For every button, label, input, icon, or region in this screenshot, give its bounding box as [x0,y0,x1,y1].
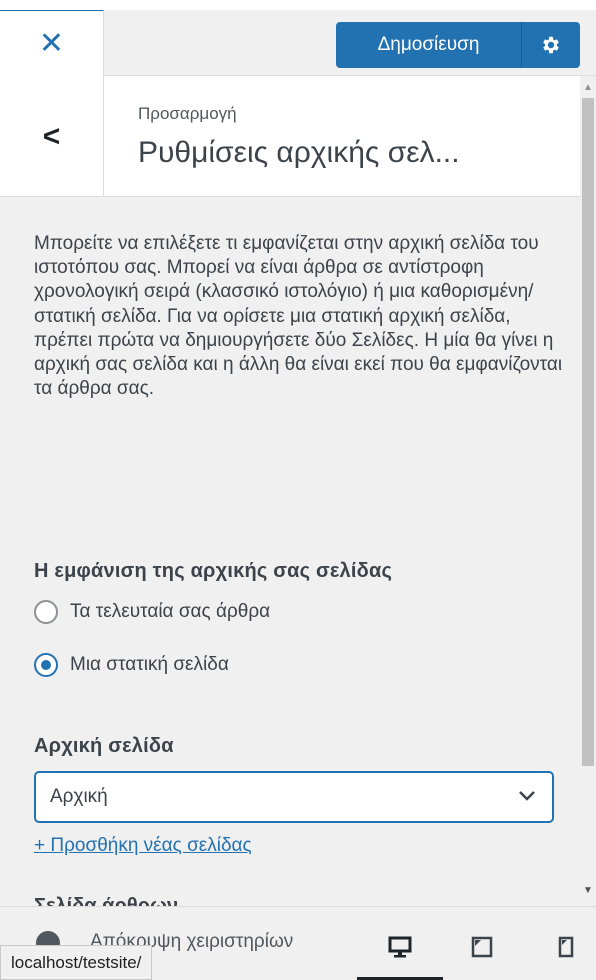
mobile-icon [558,936,574,958]
desktop-icon [388,936,412,958]
add-new-page-link[interactable]: + Προσθήκη νέας σελίδας [34,835,252,857]
header-top-strip [0,0,596,10]
display-heading: Η εμφάνιση της αρχικής σας σελίδας [34,560,393,582]
section-header: < Προσαρμογή Ρυθμίσεις αρχικής σελ... [0,76,580,197]
radio-static-page[interactable] [34,653,58,677]
scroll-up-arrow-icon[interactable]: ▲ [583,82,593,93]
radio-label-static-page: Μια στατική σελίδα [70,654,229,675]
desktop-preview-button[interactable] [380,927,420,967]
radio-option-latest-posts[interactable]: Τα τελευταία σας άρθρα [34,600,270,624]
publish-settings-button[interactable] [522,22,580,68]
browser-status-url: localhost/testsite/ [0,945,153,980]
section-title: Ρυθμίσεις αρχικής σελ... [138,136,460,169]
publish-button[interactable]: Δημοσίευση [336,22,522,68]
radio-latest-posts[interactable] [34,600,58,624]
tablet-icon [471,936,493,958]
tablet-preview-button[interactable] [462,927,502,967]
homepage-select-value: Αρχική [50,786,108,807]
section-description: Μπορείτε να επιλέξετε τι εμφανίζεται στη… [34,233,563,400]
back-button[interactable]: < [0,76,104,197]
close-icon: ✕ [38,26,65,60]
customizer-header: ✕ Δημοσίευση [0,0,596,76]
mobile-preview-button[interactable] [546,927,586,967]
breadcrumb: Προσαρμογή [138,104,237,123]
gear-icon [543,36,559,54]
homepage-select[interactable]: Αρχική [34,771,554,823]
radio-option-static-page[interactable]: Μια στατική σελίδα [34,653,229,677]
chevron-left-icon: < [42,119,61,153]
publish-group: Δημοσίευση [336,22,580,68]
radio-label-latest-posts: Τα τελευταία σας άρθρα [70,601,271,622]
scrollbar-thumb[interactable] [582,98,594,766]
chevron-down-icon [519,791,535,801]
close-button[interactable]: ✕ [0,10,104,76]
scroll-down-arrow-icon[interactable]: ▼ [583,885,593,896]
homepage-heading: Αρχική σελίδα [34,735,174,757]
